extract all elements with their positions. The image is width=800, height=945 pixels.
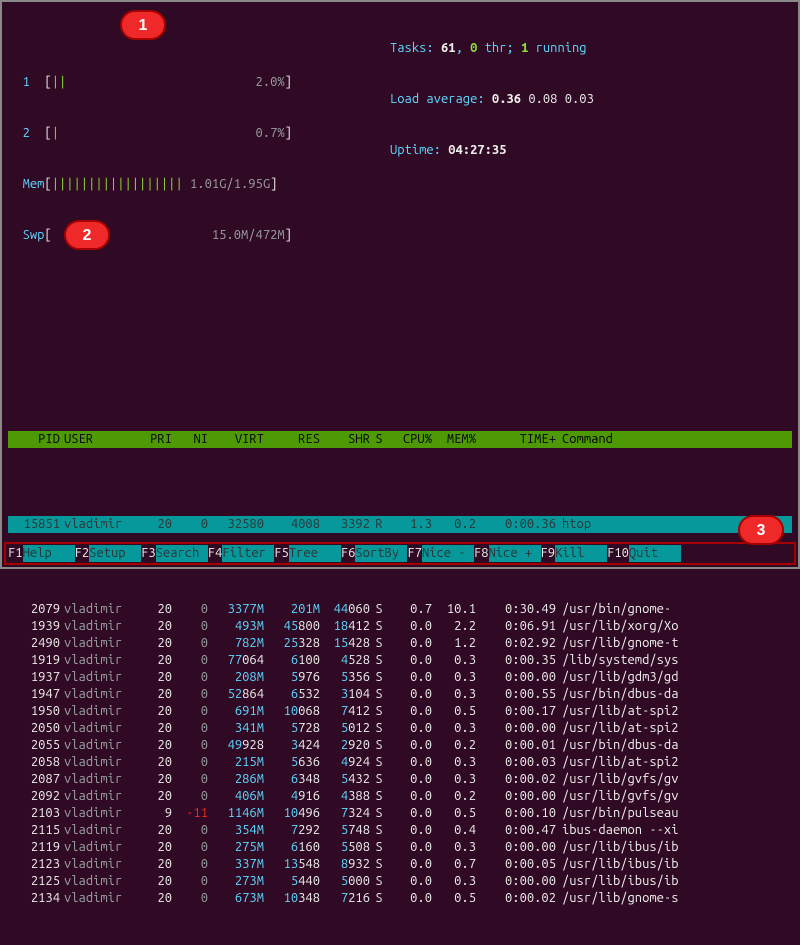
process-row[interactable]: 2125vladimir200273M54405000S0.00.30:00.0… bbox=[8, 873, 792, 890]
process-row[interactable]: 2119vladimir200275M61605508S0.00.30:00.0… bbox=[8, 839, 792, 856]
fkey-f10[interactable]: F10Quit bbox=[607, 545, 681, 562]
col-pri[interactable]: PRI bbox=[136, 431, 172, 448]
process-row[interactable]: 2092vladimir200406M49164388S0.00.20:00.0… bbox=[8, 788, 792, 805]
col-time[interactable]: TIME+ bbox=[476, 431, 556, 448]
swp-meter: Swp[ 15.0M/472M] bbox=[8, 227, 792, 244]
fkey-f4[interactable]: F4Filter bbox=[208, 545, 275, 562]
process-row[interactable]: 2115vladimir200354M72925748S0.00.40:00.4… bbox=[8, 822, 792, 839]
process-row[interactable]: 2050vladimir200341M57285012S0.00.30:00.0… bbox=[8, 720, 792, 737]
annotation-badge-3: 3 bbox=[738, 515, 784, 545]
fkey-f1[interactable]: F1Help bbox=[8, 545, 75, 562]
annotation-badge-1: 1 bbox=[120, 10, 166, 40]
htop-terminal[interactable]: 1 [|| 2.0%] 2 [| 0.7%] Mem[|||||||||||||… bbox=[2, 2, 798, 945]
function-key-bar[interactable]: F1Help F2Setup F3SearchF4FilterF5Tree F6… bbox=[4, 542, 796, 565]
col-res[interactable]: RES bbox=[264, 431, 320, 448]
col-cpu[interactable]: CPU% bbox=[388, 431, 432, 448]
fkey-f6[interactable]: F6SortBy bbox=[341, 545, 408, 562]
fkey-f5[interactable]: F5Tree bbox=[274, 545, 341, 562]
process-row[interactable]: 1950vladimir200691M100687412S0.00.50:00.… bbox=[8, 703, 792, 720]
process-row[interactable]: 1919vladimir2007706461004528S0.00.30:00.… bbox=[8, 652, 792, 669]
process-row[interactable]: 2079vladimir2003377M201M44060S0.710.10:3… bbox=[8, 601, 792, 618]
column-header[interactable]: PID USER PRI NI VIRT RES SHR S CPU% MEM%… bbox=[8, 431, 792, 448]
fkey-f8[interactable]: F8Nice + bbox=[474, 545, 541, 562]
process-row[interactable]: 2103vladimir9-111146M104967324S0.00.50:0… bbox=[8, 805, 792, 822]
process-row[interactable]: 2058vladimir200215M56364924S0.00.30:00.0… bbox=[8, 754, 792, 771]
process-row-selected[interactable]: 15851 vladimir 20 0 32580 4008 3392 R 1.… bbox=[8, 516, 792, 533]
process-row[interactable]: 1947vladimir2005286465323104S0.00.30:00.… bbox=[8, 686, 792, 703]
fkey-f2[interactable]: F2Setup bbox=[75, 545, 142, 562]
col-mem[interactable]: MEM% bbox=[432, 431, 476, 448]
fkey-f7[interactable]: F7Nice - bbox=[407, 545, 474, 562]
col-shr[interactable]: SHR bbox=[320, 431, 370, 448]
fkey-f3[interactable]: F3Search bbox=[141, 545, 208, 562]
col-user[interactable]: USER bbox=[60, 431, 136, 448]
process-row[interactable]: 2123vladimir200337M135488932S0.00.70:00.… bbox=[8, 856, 792, 873]
process-row[interactable]: 2490vladimir200782M2532815428S0.01.20:02… bbox=[8, 635, 792, 652]
col-s[interactable]: S bbox=[370, 431, 388, 448]
process-row[interactable]: 1937vladimir200208M59765356S0.00.30:00.0… bbox=[8, 669, 792, 686]
process-row[interactable]: 2055vladimir2004992834242920S0.00.20:00.… bbox=[8, 737, 792, 754]
fkey-f9[interactable]: F9Kill bbox=[541, 545, 608, 562]
annotation-badge-2: 2 bbox=[64, 220, 110, 250]
col-pid[interactable]: PID bbox=[12, 431, 60, 448]
col-cmd[interactable]: Command bbox=[556, 431, 788, 448]
process-row[interactable]: 2087vladimir200286M63485432S0.00.30:00.0… bbox=[8, 771, 792, 788]
col-ni[interactable]: NI bbox=[172, 431, 208, 448]
process-row[interactable]: 2134vladimir200673M103487216S0.00.50:00.… bbox=[8, 890, 792, 907]
stats-block: Tasks: 61, 0 thr; 1 running Load average… bbox=[390, 6, 594, 193]
process-row[interactable]: 1939vladimir200493M4580018412S0.02.20:06… bbox=[8, 618, 792, 635]
col-virt[interactable]: VIRT bbox=[208, 431, 264, 448]
